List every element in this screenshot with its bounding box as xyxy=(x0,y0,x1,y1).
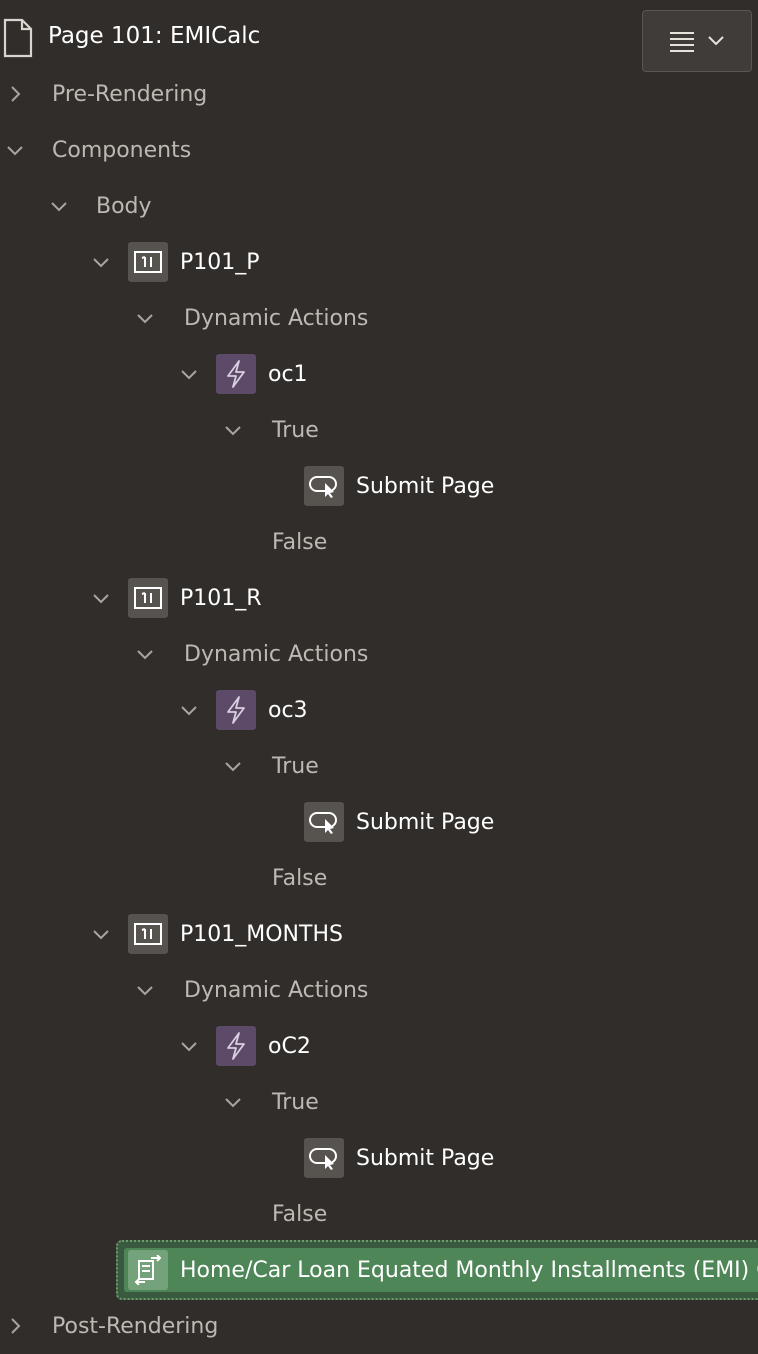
tree-label: True xyxy=(272,753,319,779)
tree-node-dynamic-actions[interactable]: Dynamic Actions xyxy=(0,626,758,682)
tree-node-false[interactable]: False xyxy=(0,514,758,570)
tree-label: True xyxy=(272,1089,319,1115)
chevron-down-icon[interactable] xyxy=(178,363,200,385)
chevron-down-icon[interactable] xyxy=(134,979,156,1001)
chevron-down-icon[interactable] xyxy=(90,587,112,609)
lightning-icon xyxy=(216,354,256,394)
submit-page-icon xyxy=(304,1138,344,1178)
tree-node-dynamic-action[interactable]: oc1 xyxy=(0,346,758,402)
tree-label: oC2 xyxy=(268,1033,311,1059)
chevron-right-icon[interactable] xyxy=(4,83,26,105)
page-item-icon xyxy=(128,578,168,618)
lightning-icon xyxy=(216,690,256,730)
chevron-down-icon[interactable] xyxy=(222,1091,244,1113)
tree-node-dynamic-action[interactable]: oC2 xyxy=(0,1018,758,1074)
tree-node-action[interactable]: Submit Page xyxy=(0,794,758,850)
chevron-down-icon[interactable] xyxy=(90,251,112,273)
tree-node-dynamic-actions[interactable]: Dynamic Actions xyxy=(0,962,758,1018)
tree-node-page-item[interactable]: P101_P xyxy=(0,234,758,290)
hamburger-menu-icon xyxy=(670,32,694,52)
tree-node-components[interactable]: Components xyxy=(0,122,758,178)
lightning-icon xyxy=(216,1026,256,1066)
chevron-down-icon[interactable] xyxy=(90,923,112,945)
tree-label: Submit Page xyxy=(356,1145,495,1171)
tree-label: Pre-Rendering xyxy=(52,81,208,107)
tree-node-true[interactable]: True xyxy=(0,738,758,794)
chevron-down-icon xyxy=(708,36,724,46)
tree-label: Submit Page xyxy=(356,473,495,499)
tree-label: Dynamic Actions xyxy=(184,641,369,667)
tree-label: Dynamic Actions xyxy=(184,977,369,1003)
chevron-right-icon[interactable] xyxy=(4,1315,26,1337)
chevron-down-icon[interactable] xyxy=(134,307,156,329)
tree-label: P101_MONTHS xyxy=(180,921,343,947)
tree-node-page-item[interactable]: P101_R xyxy=(0,570,758,626)
chevron-down-icon[interactable] xyxy=(178,699,200,721)
tree-node-page-item[interactable]: P101_MONTHS xyxy=(0,906,758,962)
tree-label: P101_P xyxy=(180,249,260,275)
tree-node-pre-rendering[interactable]: Pre-Rendering xyxy=(0,66,758,122)
tree-label: Body xyxy=(96,193,152,219)
tree-label: P101_R xyxy=(180,585,262,611)
chevron-down-icon[interactable] xyxy=(178,1035,200,1057)
menu-button[interactable] xyxy=(642,10,752,72)
page-item-icon xyxy=(128,914,168,954)
tree-node-false[interactable]: False xyxy=(0,850,758,906)
chevron-down-icon[interactable] xyxy=(134,643,156,665)
tree-label: Components xyxy=(52,137,192,163)
tree-label: Submit Page xyxy=(356,809,495,835)
chevron-down-icon[interactable] xyxy=(4,139,26,161)
tree-label: Dynamic Actions xyxy=(184,305,369,331)
tree-node-dynamic-action[interactable]: oc3 xyxy=(0,682,758,738)
tree-label: oc3 xyxy=(268,697,308,723)
submit-page-icon xyxy=(304,466,344,506)
tree-label: True xyxy=(272,417,319,443)
tree-label: Post-Rendering xyxy=(52,1313,219,1339)
tree-node-true[interactable]: True xyxy=(0,402,758,458)
tree-label: oc1 xyxy=(268,361,308,387)
submit-page-icon xyxy=(304,802,344,842)
chevron-down-icon[interactable] xyxy=(48,195,70,217)
page-title: Page 101: EMICalc xyxy=(48,23,261,49)
tree-label: False xyxy=(272,865,328,891)
tree-label: False xyxy=(272,529,328,555)
tree-node-action[interactable]: Submit Page xyxy=(0,1130,758,1186)
page-icon xyxy=(3,18,33,58)
process-icon xyxy=(128,1250,168,1290)
page-item-icon xyxy=(128,242,168,282)
tree-node-body[interactable]: Body xyxy=(0,178,758,234)
tree-node-true[interactable]: True xyxy=(0,1074,758,1130)
tree-node-action[interactable]: Submit Page xyxy=(0,458,758,514)
tree-node-process[interactable]: Home/Car Loan Equated Monthly Installmen… xyxy=(0,1242,758,1298)
tree-node-false[interactable]: False xyxy=(0,1186,758,1242)
tree-label: False xyxy=(272,1201,328,1227)
tree-label: Home/Car Loan Equated Monthly Installmen… xyxy=(180,1257,758,1283)
chevron-down-icon[interactable] xyxy=(222,419,244,441)
tree-node-post-rendering[interactable]: Post-Rendering xyxy=(0,1298,758,1354)
chevron-down-icon[interactable] xyxy=(222,755,244,777)
tree-node-dynamic-actions[interactable]: Dynamic Actions xyxy=(0,290,758,346)
